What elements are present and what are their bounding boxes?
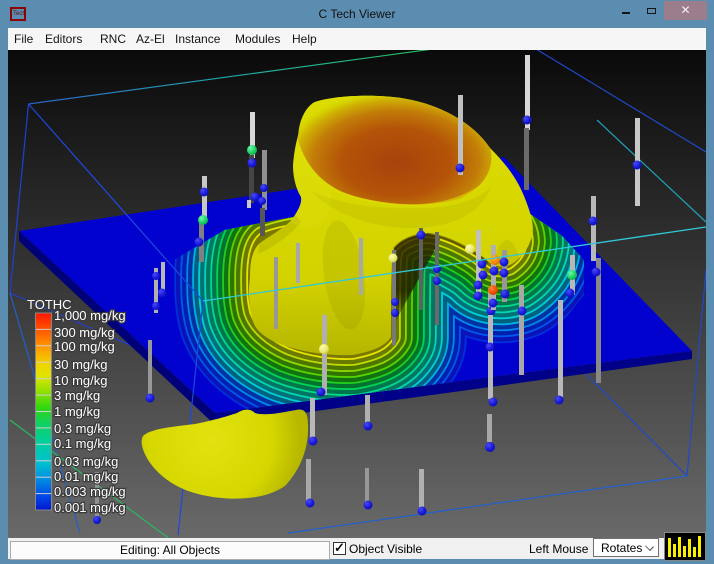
svg-text:0.003 mg/kg: 0.003 mg/kg [54, 484, 126, 499]
svg-text:3 mg/kg: 3 mg/kg [54, 388, 100, 403]
svg-text:0.001 mg/kg: 0.001 mg/kg [54, 500, 126, 515]
svg-text:1,000 mg/kg: 1,000 mg/kg [54, 308, 126, 323]
svg-text:0.03 mg/kg: 0.03 mg/kg [54, 454, 118, 469]
svg-text:0.01 mg/kg: 0.01 mg/kg [54, 469, 118, 484]
svg-text:10 mg/kg: 10 mg/kg [54, 373, 107, 388]
svg-text:30 mg/kg: 30 mg/kg [54, 357, 107, 372]
svg-text:1 mg/kg: 1 mg/kg [54, 404, 100, 419]
svg-text:100 mg/kg: 100 mg/kg [54, 339, 115, 354]
svg-text:0.1 mg/kg: 0.1 mg/kg [54, 436, 111, 451]
svg-text:300 mg/kg: 300 mg/kg [54, 325, 115, 340]
svg-text:0.3 mg/kg: 0.3 mg/kg [54, 421, 111, 436]
